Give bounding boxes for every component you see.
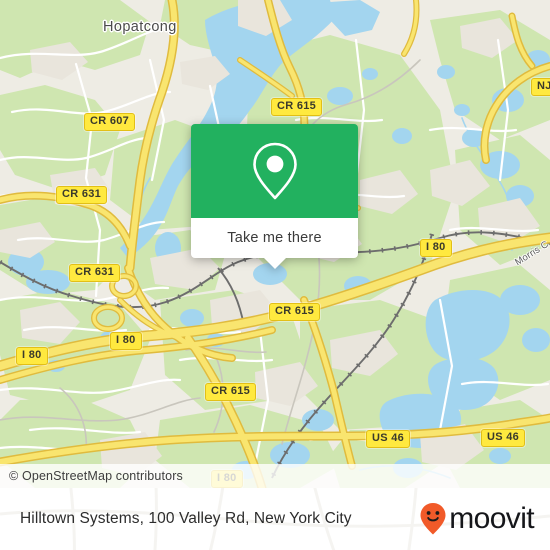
highway-shield-i-80-west[interactable]: I 80	[16, 347, 48, 365]
highway-shield-us-46[interactable]: US 46	[366, 430, 411, 448]
highway-shield-cr-607[interactable]: CR 607	[84, 113, 136, 131]
map-canvas[interactable]: Hopatcong Morris C CR 615 CR 607 NJ CR 6…	[0, 0, 550, 488]
highway-shield-cr-631-south[interactable]: CR 631	[69, 264, 121, 282]
moovit-logo[interactable]: moovit	[419, 502, 535, 536]
popup-action-label: Take me there	[227, 230, 322, 246]
footer-bar: Hilltown Systems, 100 Valley Rd, New Yor…	[0, 488, 550, 550]
popup-action-button[interactable]: Take me there	[191, 218, 358, 258]
moovit-smiley-pin-icon	[420, 503, 446, 535]
attribution-text[interactable]: © OpenStreetMap contributors	[0, 469, 183, 483]
highway-shield-i-80[interactable]: I 80	[420, 239, 452, 257]
highway-shield-us-46-east[interactable]: US 46	[481, 429, 526, 447]
popup-pointer	[263, 258, 286, 269]
highway-shield-cr-615-mid[interactable]: CR 615	[269, 303, 321, 321]
map-attribution-bar: © OpenStreetMap contributors	[0, 464, 550, 488]
highway-shield-nj[interactable]: NJ	[531, 78, 550, 96]
highway-shield-cr-615-south[interactable]: CR 615	[205, 383, 257, 401]
highway-shield-cr-615[interactable]: CR 615	[271, 98, 323, 116]
map-screenshot: Hopatcong Morris C CR 615 CR 607 NJ CR 6…	[0, 0, 550, 550]
location-title: Hilltown Systems, 100 Valley Rd, New Yor…	[20, 510, 352, 527]
highway-shield-cr-631[interactable]: CR 631	[56, 186, 108, 204]
moovit-wordmark: moovit	[449, 502, 534, 535]
map-pin-icon	[252, 142, 297, 200]
highway-shield-i-80-interchange[interactable]: I 80	[110, 332, 142, 350]
location-popup[interactable]: Take me there	[191, 124, 358, 269]
popup-header	[191, 124, 358, 218]
